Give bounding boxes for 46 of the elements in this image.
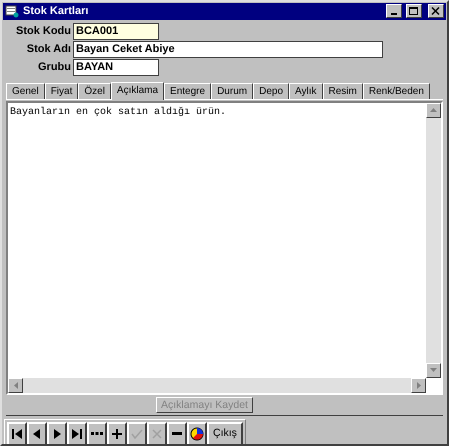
arrow-up-icon xyxy=(430,108,437,112)
arrow-left-icon xyxy=(14,382,18,388)
tab[interactable]: Özel xyxy=(78,82,111,98)
tab[interactable]: Durum xyxy=(211,82,254,98)
tab[interactable]: Fiyat xyxy=(44,82,78,98)
tab[interactable]: Depo xyxy=(253,82,289,98)
skip-forward-icon xyxy=(70,426,84,440)
text-field[interactable]: Bayan Ceket Abiye xyxy=(73,40,383,58)
delete-button[interactable] xyxy=(167,422,187,444)
check-icon xyxy=(130,426,144,440)
tab[interactable]: Açıklama xyxy=(110,82,164,100)
close-icon xyxy=(431,6,441,16)
minimize-button[interactable] xyxy=(386,4,402,18)
close-button[interactable] xyxy=(428,4,444,18)
close-icon xyxy=(150,426,164,440)
exit-button[interactable]: Çıkış xyxy=(207,422,243,444)
arrow-down-icon xyxy=(430,368,437,372)
insert-button[interactable] xyxy=(107,422,127,444)
field-label: Stok Kodu xyxy=(15,24,72,39)
maximize-button[interactable] xyxy=(406,4,422,18)
plus-icon xyxy=(110,426,124,440)
chart-button[interactable] xyxy=(187,422,207,444)
field-label: Grubu xyxy=(37,60,72,75)
tab[interactable]: Aylık xyxy=(289,82,322,98)
tab[interactable]: Genel xyxy=(6,82,45,98)
window-title: Stok Kartları xyxy=(23,4,90,19)
maximize-icon xyxy=(409,6,419,16)
vertical-scrollbar[interactable] xyxy=(426,102,441,378)
last-button[interactable] xyxy=(67,422,87,444)
first-button[interactable] xyxy=(7,422,27,444)
prior-button[interactable] xyxy=(27,422,47,444)
app-icon xyxy=(5,4,19,18)
pie-chart-icon xyxy=(190,426,204,440)
tab[interactable]: Renk/Beden xyxy=(362,82,430,98)
tab[interactable]: Resim xyxy=(322,82,363,98)
next-button[interactable] xyxy=(47,422,67,444)
field-label: Stok Adı xyxy=(26,42,72,57)
skip-back-icon xyxy=(10,426,24,440)
minimize-icon xyxy=(391,13,397,16)
text-field[interactable]: BCA001 xyxy=(73,22,159,40)
text-field[interactable]: BAYAN xyxy=(73,58,159,76)
arrow-right-icon xyxy=(416,382,420,388)
tab[interactable]: Entegre xyxy=(164,82,212,98)
more-button[interactable] xyxy=(87,422,107,444)
ellipsis-icon xyxy=(91,432,103,435)
horizontal-scrollbar[interactable] xyxy=(8,378,426,392)
